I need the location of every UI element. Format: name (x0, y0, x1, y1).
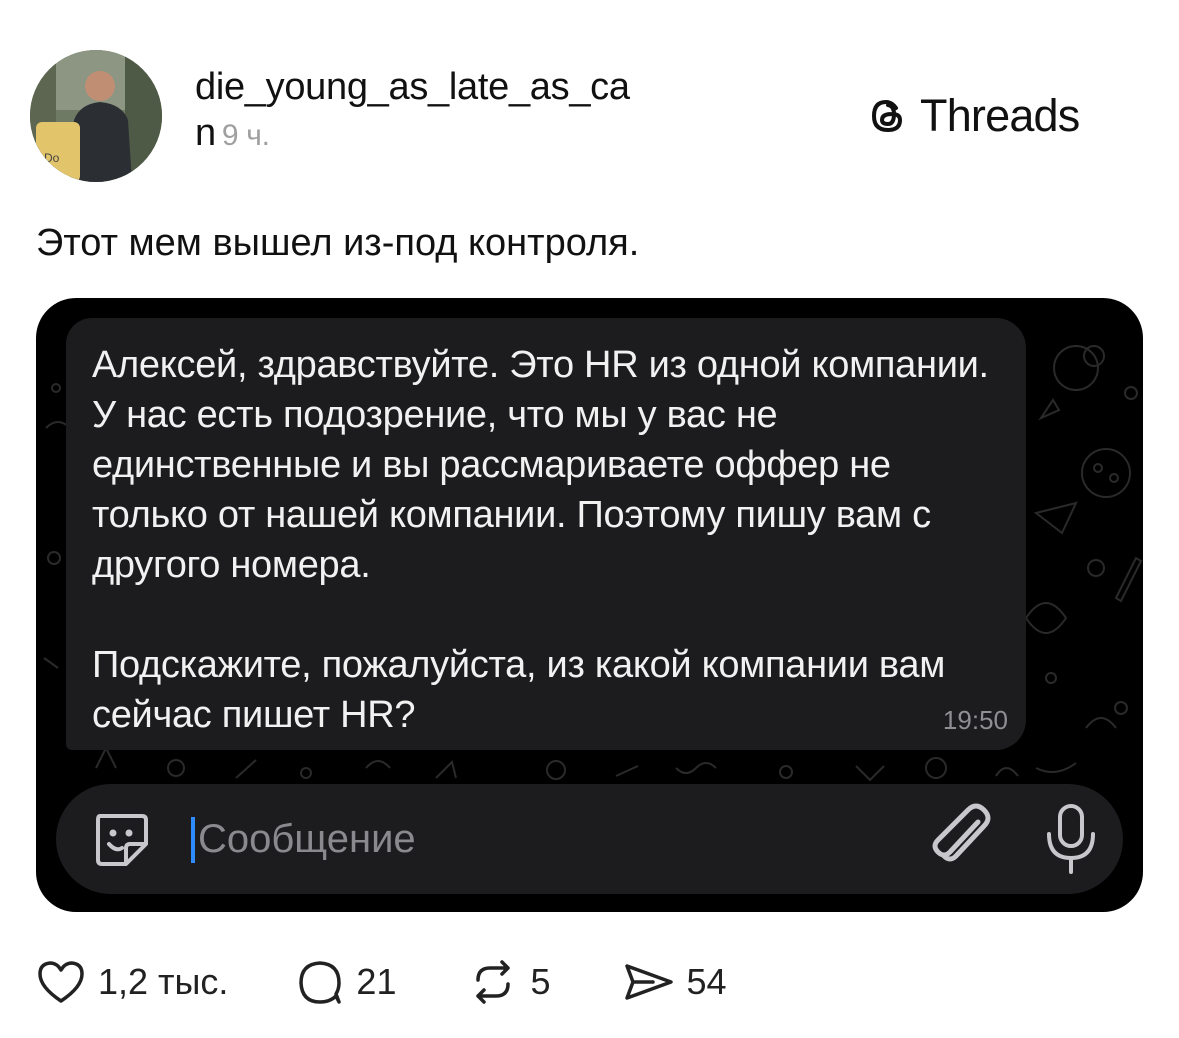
comment-icon (299, 961, 342, 1004)
like-button[interactable]: 1,2 тыс. (36, 959, 228, 1005)
username-line-1[interactable]: die_young_as_late_as_ca (195, 64, 755, 110)
message-paragraph-2: Подскажите, пожалуйста, из какой компани… (92, 644, 946, 736)
svg-text:Do: Do (44, 151, 60, 165)
post-author[interactable]: die_young_as_late_as_ca n9 ч. (195, 64, 755, 159)
post-actions: 1,2 тыс. 21 5 54 (36, 956, 727, 1008)
threads-logo-icon (871, 99, 903, 133)
post-text: Этот мем вышел из-под контроля. (36, 222, 640, 264)
threads-brand: Threads (866, 90, 1080, 141)
share-button[interactable]: 54 (623, 960, 727, 1004)
heart-icon (38, 961, 84, 1003)
message-input-bar[interactable]: Сообщение (56, 784, 1123, 894)
like-count: 1,2 тыс. (98, 961, 229, 1002)
post-time: 9 ч. (221, 119, 270, 152)
repost-count: 5 (530, 961, 551, 1002)
text-cursor (191, 817, 195, 863)
comment-count: 21 (356, 961, 397, 1002)
chat-screenshot[interactable]: Алексей, здравствуйте. Это HR из одной к… (36, 298, 1143, 912)
threads-wordmark: Threads (920, 90, 1080, 141)
share-icon (624, 964, 673, 1000)
paperclip-icon[interactable] (924, 802, 996, 876)
repost-icon (476, 960, 511, 1004)
incoming-message-bubble[interactable]: Алексей, здравствуйте. Это HR из одной к… (66, 318, 1026, 750)
repost-button[interactable]: 5 (468, 958, 551, 1006)
sticker-icon[interactable] (90, 808, 152, 870)
message-time: 19:50 (942, 705, 1008, 735)
message-input[interactable]: Сообщение (198, 814, 416, 864)
username-line-2[interactable]: n (195, 112, 216, 154)
share-count: 54 (686, 961, 727, 1002)
microphone-icon[interactable] (1041, 802, 1101, 878)
avatar[interactable]: Do (30, 50, 162, 182)
message-paragraph-1: Алексей, здравствуйте. Это HR из одной к… (92, 344, 989, 586)
comment-button[interactable]: 21 (296, 958, 396, 1006)
